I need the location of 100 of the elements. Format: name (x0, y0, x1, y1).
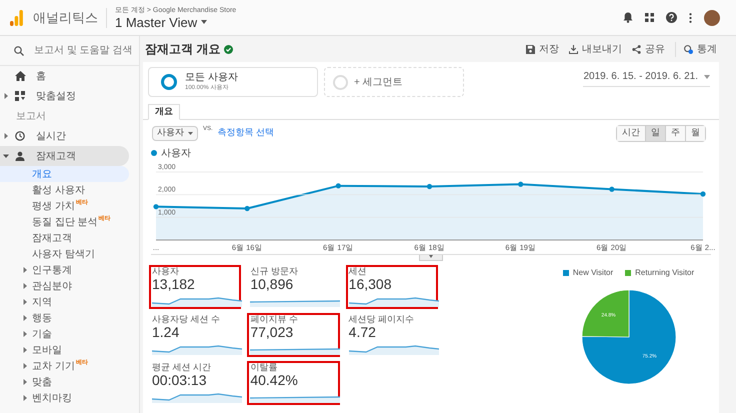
nav-subitem[interactable]: 활성 사용자 (0, 182, 129, 198)
metric-label: 이탈률 (250, 363, 278, 372)
date-range-picker[interactable]: 2019. 6. 15. - 2019. 6. 21. (583, 69, 710, 87)
metric-label: 사용자 (152, 267, 180, 276)
caret-icon (22, 299, 28, 305)
nav-subitem[interactable]: 잠재고객 (0, 230, 129, 246)
toolbar-action[interactable]: 통계 (675, 42, 717, 56)
nav-item[interactable]: 잠재고객 (0, 146, 129, 166)
metric-tile[interactable]: 신규 방문자 10,896 (247, 265, 340, 309)
metric-value: 40.42% (250, 372, 299, 389)
metric-dropdown[interactable]: 사용자 (152, 126, 198, 140)
clock-icon (15, 131, 25, 141)
search-field[interactable]: 보고서 및 도움말 검색 (0, 36, 139, 66)
legend-label: Returning Visitor (635, 267, 694, 279)
data-point (700, 191, 706, 197)
caret-icon (22, 347, 28, 353)
nav-item[interactable]: 홈 (0, 66, 139, 86)
segment-ring-icon (161, 74, 177, 90)
data-point (518, 182, 524, 187)
more-icon[interactable] (689, 12, 692, 22)
data-point (336, 183, 341, 188)
toolbar-action[interactable]: 공유 (632, 42, 665, 56)
download-icon (569, 44, 578, 54)
apps-icon[interactable] (645, 13, 654, 22)
app-name: 애널리틱스 (33, 8, 98, 27)
segment-ring-icon (333, 74, 348, 90)
nav-subitem[interactable]: 맞춤 (0, 374, 129, 390)
metric-value: 16,308 (348, 276, 392, 293)
compare-metric-link[interactable]: 측정항목 선택 (218, 126, 274, 140)
legend-label: New Visitor (572, 267, 614, 279)
data-point (244, 206, 250, 212)
save-icon (526, 44, 535, 54)
metric-label: 페이지뷰 수 (250, 315, 299, 324)
section-label: 보고서 (16, 110, 46, 124)
caret-icon (22, 283, 28, 289)
resize-handle[interactable] (419, 255, 443, 261)
avatar[interactable] (704, 10, 720, 26)
nav-subitem[interactable]: 개요 (0, 166, 129, 182)
caret-icon (201, 20, 208, 24)
metric-label: 사용자당 세션 수 (152, 315, 222, 324)
nav-item[interactable]: 맞춤설정 (0, 86, 139, 106)
data-point (426, 184, 432, 190)
nav-subitem[interactable]: 지역 (0, 294, 129, 310)
nav-subitem[interactable]: 행동 (0, 310, 129, 326)
data-point (153, 204, 159, 210)
caret-icon (22, 267, 28, 273)
granularity-button[interactable]: 일 (645, 126, 665, 140)
caret-icon (22, 315, 28, 321)
grid-icon (15, 91, 25, 101)
metric-label: 평균 세션 시간 (152, 363, 212, 372)
nav-item[interactable]: 실시간 (0, 126, 129, 146)
caret-icon (22, 331, 28, 337)
metric-tile[interactable]: 이탈률 40.42% (247, 361, 340, 405)
caret-icon (3, 93, 9, 99)
metric-tile[interactable]: 세션 16,308 (346, 265, 438, 309)
toolbar-action[interactable]: 내보내기 (569, 42, 622, 56)
legend-label: 사용자 (161, 146, 191, 160)
metric-value: 4.72 (348, 324, 377, 341)
metric-value: 77,023 (250, 324, 294, 341)
metric-tile[interactable]: 세션당 페이지수 4.72 (346, 313, 438, 357)
caret-icon (704, 74, 710, 78)
view-selector[interactable]: 1 Master View (115, 16, 236, 28)
metric-value: 00:03:13 (152, 372, 208, 389)
bell-icon[interactable] (623, 12, 633, 23)
caret-icon (22, 395, 28, 401)
nav-subitem[interactable]: 관심분야 (0, 278, 129, 294)
logo-icon (10, 10, 23, 26)
tab[interactable]: 개요 (148, 104, 180, 120)
caret-icon (188, 132, 193, 134)
nav-subitem[interactable]: 기술 (0, 326, 129, 342)
metric-label: 신규 방문자 (250, 267, 299, 276)
metric-value: 13,182 (152, 276, 196, 293)
segment-name: 모든 사용자 (185, 73, 238, 83)
nav-subitem[interactable]: 사용자 탐색기 (0, 246, 129, 262)
data-point (609, 186, 614, 192)
granularity-button[interactable]: 월 (685, 126, 705, 140)
add-segment-button[interactable]: + 세그먼트 (324, 67, 464, 97)
granularity-button[interactable]: 시간 (617, 126, 645, 140)
search-icon (14, 46, 24, 56)
granularity-button[interactable]: 주 (665, 126, 685, 140)
nav-subitem[interactable]: 벤치마킹 (0, 390, 129, 406)
nav-subitem[interactable]: 모바일 (0, 342, 129, 358)
help-icon[interactable] (666, 12, 677, 23)
caret-icon (22, 363, 28, 369)
verified-icon (224, 44, 234, 54)
share-icon (632, 44, 641, 54)
metric-label: 세션당 페이지수 (348, 315, 416, 324)
metric-tile[interactable]: 사용자 13,182 (149, 265, 242, 309)
insights-icon (684, 44, 693, 54)
nav-subitem[interactable]: 인구통계 (0, 262, 129, 278)
toolbar-action[interactable]: 저장 (526, 42, 559, 56)
metric-tile[interactable]: 평균 세션 시간 00:03:13 (149, 361, 242, 405)
legend-swatch (625, 270, 632, 276)
caret-icon (3, 153, 9, 159)
metric-tile[interactable]: 사용자당 세션 수 1.24 (149, 313, 242, 357)
legend-swatch (562, 270, 569, 276)
metric-tile[interactable]: 페이지뷰 수 77,023 (247, 313, 340, 357)
page-title: 잠재고객 개요 (145, 41, 220, 58)
metric-value: 1.24 (152, 324, 180, 341)
person-icon (15, 151, 25, 161)
